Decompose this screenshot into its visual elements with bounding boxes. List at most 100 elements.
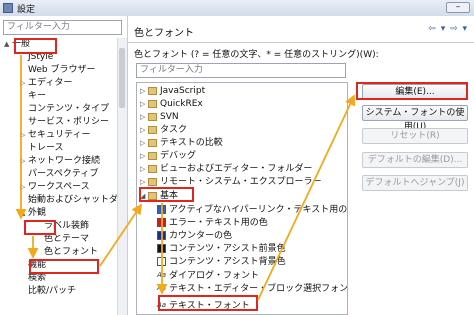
tree-item-compare-patch[interactable]: 比較/パッチ xyxy=(28,285,76,298)
expand-icon[interactable]: ▷ xyxy=(20,155,28,168)
tree-item-tasks[interactable]: ▷ タスク xyxy=(140,124,187,137)
tree-item-label: タスク xyxy=(160,125,188,135)
header-divider xyxy=(128,42,474,43)
expand-icon[interactable]: ▷ xyxy=(20,181,28,194)
expand-icon[interactable]: ▲ xyxy=(4,38,12,51)
tree-item-appearance[interactable]: ▲ 外観 xyxy=(20,207,46,220)
expand-icon[interactable]: ▷ xyxy=(140,124,148,137)
tree-item-label: SVN xyxy=(160,112,179,122)
minimize-button[interactable]: – xyxy=(446,2,470,13)
tree-item-label: セキュリティー xyxy=(28,130,91,140)
tree-item-quickrex[interactable]: ▷ QuickREx xyxy=(140,98,203,111)
tree-item-content-types[interactable]: コンテンツ・タイプ xyxy=(28,103,109,116)
expand-icon[interactable]: ▷ xyxy=(140,85,148,98)
tree-item-basic[interactable]: ◢ 基本 xyxy=(140,190,178,203)
tree-item-label: 一般 xyxy=(12,39,31,49)
font-filter-input[interactable]: フィルター入力 xyxy=(136,63,346,78)
expand-icon[interactable]: ▷ xyxy=(20,77,28,90)
tree-item-general[interactable]: ▲ 一般 xyxy=(4,38,30,51)
tree-item-label: JStyle xyxy=(28,52,54,62)
scrollbar-thumb[interactable] xyxy=(119,48,125,108)
tree-item-security[interactable]: ▷ セキュリティー xyxy=(20,129,90,142)
category-filter-input[interactable]: フィルター入力 xyxy=(3,20,122,35)
tree-item-startup-shutdown[interactable]: 始動およびシャットダ xyxy=(28,194,118,207)
folder-icon xyxy=(148,177,157,186)
tree-item-label: ワークスペース xyxy=(28,182,90,192)
tree-item-label: カウンターの色 xyxy=(169,231,233,241)
folder-icon xyxy=(148,86,157,95)
color-swatch-icon xyxy=(157,218,166,227)
tree-item-search[interactable]: 検索 xyxy=(28,272,46,285)
font-icon: Aa xyxy=(157,271,167,279)
expand-icon[interactable]: ▷ xyxy=(140,176,148,189)
tree-item-debug[interactable]: ▷ デバッグ xyxy=(140,150,196,163)
tree-item-assist-fg-color[interactable]: コンテンツ・アシスト前景色 xyxy=(157,243,286,256)
tree-item-hyperlink-color[interactable]: アクティブなハイパーリンク・テキスト用の色 xyxy=(157,204,347,217)
collapse-icon[interactable]: ◢ xyxy=(140,190,148,203)
tree-item-dialog-font[interactable]: Aa ダイアログ・フォント xyxy=(157,269,259,282)
app-icon xyxy=(3,3,13,13)
jump-to-default-button[interactable]: デフォルトへジャンプ(J) xyxy=(362,175,468,191)
color-swatch-icon xyxy=(157,257,166,266)
expand-icon[interactable]: ▷ xyxy=(140,137,148,150)
expand-icon[interactable]: ▷ xyxy=(140,163,148,176)
tree-item-tracing[interactable]: トレース xyxy=(28,142,64,155)
tree-item-label: リモート・システム・エクスプローラー xyxy=(160,177,322,187)
color-swatch-icon xyxy=(157,205,166,214)
expand-icon[interactable]: ▷ xyxy=(140,111,148,124)
tree-item-editors[interactable]: ▷ エディター xyxy=(20,77,72,90)
title-bar: 設定 – xyxy=(0,0,474,17)
tree-item-label: コンテンツ・アシスト背景色 xyxy=(169,257,286,267)
expand-icon[interactable]: ▷ xyxy=(20,129,28,142)
tree-item-block-selection-font[interactable]: Aa テキスト・エディター・ブロック選択フォント xyxy=(157,282,348,295)
font-icon: Aa xyxy=(157,284,167,292)
tree-item-label: エディター xyxy=(28,78,73,88)
tree-item-label-decorations[interactable]: ラベル装飾 xyxy=(44,220,89,233)
font-icon: Aa xyxy=(157,301,167,309)
edit-button[interactable]: 編集(E)... xyxy=(362,84,468,100)
tree-item-label: ラベル装飾 xyxy=(44,221,90,231)
tree-item-perspectives[interactable]: パースペクティブ xyxy=(28,168,98,181)
tree-item-javascript[interactable]: ▷ JavaScript xyxy=(140,85,205,98)
tree-item-web-browser[interactable]: Web ブラウザー xyxy=(28,64,95,77)
edit-default-button[interactable]: デフォルトの編集(D)... xyxy=(362,152,468,168)
tree-item-service-policies[interactable]: サービス・ポリシー xyxy=(28,116,109,129)
history-nav-icon[interactable]: ⇦ ▾ ⇨ ▾ xyxy=(428,24,468,34)
folder-icon xyxy=(148,164,157,173)
folder-icon xyxy=(148,191,157,200)
tree-item-counter-color[interactable]: カウンターの色 xyxy=(157,230,232,243)
tree-item-svn[interactable]: ▷ SVN xyxy=(140,111,179,124)
folder-icon xyxy=(148,99,157,108)
tree-item-keys[interactable]: キー xyxy=(28,90,46,103)
tree-item-label: 機能 xyxy=(28,260,47,270)
tree-item-label: ダイアログ・フォント xyxy=(169,271,260,281)
tree-item-label: 色とテーマ xyxy=(44,234,90,244)
tree-item-label: エラー・テキスト用の色 xyxy=(169,218,268,228)
tree-item-remote-system-explorer[interactable]: ▷ リモート・システム・エクスプローラー xyxy=(140,176,321,189)
tree-item-colors-fonts[interactable]: 色とフォント xyxy=(44,246,98,259)
expand-icon[interactable]: ▲ xyxy=(20,207,28,220)
tree-item-jstyle[interactable]: JStyle xyxy=(28,51,53,64)
tree-item-workspace[interactable]: ▷ ワークスペース xyxy=(20,181,90,194)
folder-icon xyxy=(148,112,157,121)
tree-item-view-editor-folders[interactable]: ▷ ビューおよびエディター・フォルダー xyxy=(140,163,312,176)
tree-item-text-compare[interactable]: ▷ テキストの比較 xyxy=(140,137,223,150)
preferences-window: 設定 – フィルター入力 ▲ 一般 JStyle Web ブラウザー ▷ エディター… xyxy=(0,0,474,315)
tree-item-colors-themes[interactable]: 色とテーマ xyxy=(44,233,89,246)
tree-item-network-connections[interactable]: ▷ ネットワーク接続 xyxy=(20,155,100,168)
color-font-tree: ▷ JavaScript ▷ QuickREx ▷ SVN ▷ タスク ▷ テキストの比較… xyxy=(136,82,348,315)
folder-icon xyxy=(148,125,157,134)
expand-icon[interactable]: ▷ xyxy=(140,98,148,111)
reset-button[interactable]: リセット(R) xyxy=(362,128,468,144)
expand-icon[interactable]: ▷ xyxy=(140,150,148,163)
colors-fonts-page: 色とフォント ⇦ ▾ ⇨ ▾ 色とフォント (? = 任意の文字、* = 任意の… xyxy=(128,16,474,315)
tree-item-label: Web ブラウザー xyxy=(28,65,96,75)
tree-item-capabilities[interactable]: 機能 xyxy=(28,259,46,272)
tree-item-assist-bg-color[interactable]: コンテンツ・アシスト背景色 xyxy=(157,256,286,269)
tree-item-label: テキスト・エディター・ブロック選択フォント xyxy=(169,284,348,294)
category-scrollbar[interactable] xyxy=(117,38,127,315)
tree-item-text-font[interactable]: Aa テキスト・フォント xyxy=(157,299,250,312)
tree-item-error-color[interactable]: エラー・テキスト用の色 xyxy=(157,217,268,230)
use-system-font-button[interactable]: システム・フォントの使用(U) xyxy=(362,105,468,132)
category-panel: フィルター入力 ▲ 一般 JStyle Web ブラウザー ▷ エディター キー コ… xyxy=(0,16,128,315)
